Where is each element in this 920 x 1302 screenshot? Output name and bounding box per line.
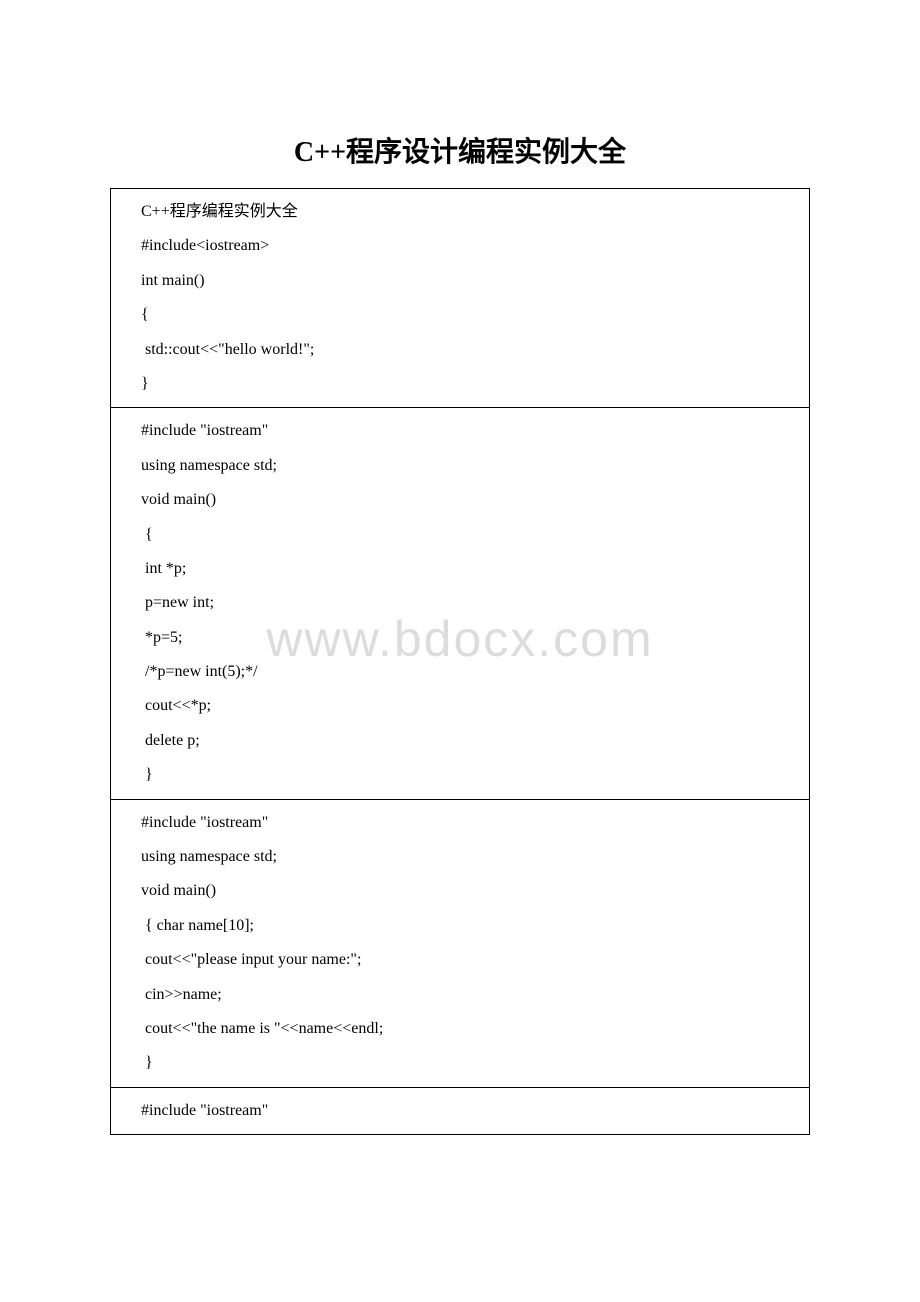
code-examples-table: C++程序编程实例大全 #include<iostream> int main(… — [110, 188, 810, 1135]
code-line: cin>>name; — [141, 978, 799, 1012]
code-line: C++程序编程实例大全 — [141, 195, 799, 229]
code-line: { char name[10]; — [141, 909, 799, 943]
table-row: #include "iostream" — [111, 1087, 810, 1134]
code-line: using namespace std; — [141, 449, 799, 483]
code-cell-4: #include "iostream" — [111, 1087, 810, 1134]
code-line: void main() — [141, 483, 799, 517]
code-line: #include "iostream" — [141, 1094, 799, 1128]
code-line: } — [141, 758, 799, 792]
code-line: p=new int; — [141, 586, 799, 620]
code-line: cout<<*p; — [141, 689, 799, 723]
code-line: int main() — [141, 264, 799, 298]
code-line: cout<<"the name is "<<name<<endl; — [141, 1012, 799, 1046]
code-cell-3: #include "iostream" using namespace std;… — [111, 799, 810, 1087]
code-line: void main() — [141, 874, 799, 908]
table-row: #include "iostream" using namespace std;… — [111, 799, 810, 1087]
document-title: C++程序设计编程实例大全 — [110, 130, 810, 170]
code-line: #include "iostream" — [141, 414, 799, 448]
code-cell-1: C++程序编程实例大全 #include<iostream> int main(… — [111, 189, 810, 408]
document-content: C++程序设计编程实例大全 C++程序编程实例大全 #include<iostr… — [110, 130, 810, 1135]
code-line: #include<iostream> — [141, 229, 799, 263]
code-line: #include "iostream" — [141, 806, 799, 840]
code-line: } — [141, 367, 799, 401]
code-line: delete p; — [141, 724, 799, 758]
code-line: using namespace std; — [141, 840, 799, 874]
table-row: #include "iostream" using namespace std;… — [111, 408, 810, 799]
code-line: *p=5; — [141, 621, 799, 655]
code-line: int *p; — [141, 552, 799, 586]
code-line: std::cout<<"hello world!"; — [141, 333, 799, 367]
code-line: /*p=new int(5);*/ — [141, 655, 799, 689]
table-row: C++程序编程实例大全 #include<iostream> int main(… — [111, 189, 810, 408]
code-line: } — [141, 1046, 799, 1080]
code-line: cout<<"please input your name:"; — [141, 943, 799, 977]
code-line: { — [141, 298, 799, 332]
code-cell-2: #include "iostream" using namespace std;… — [111, 408, 810, 799]
code-line: { — [141, 518, 799, 552]
